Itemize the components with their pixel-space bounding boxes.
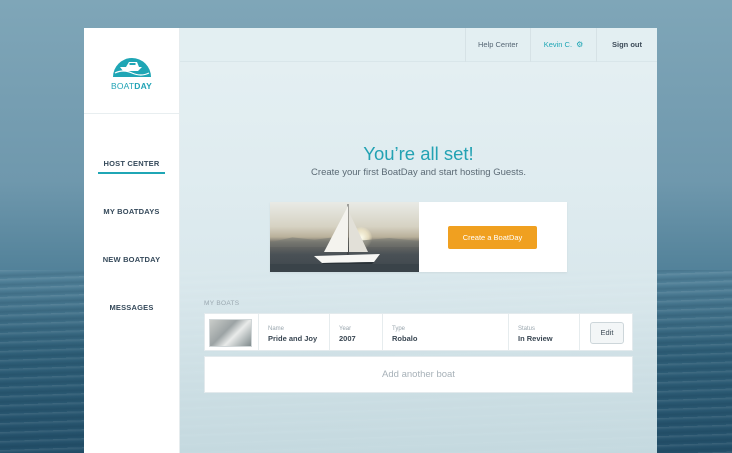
boat-status-cell: Status In Review [508,314,579,350]
boat-thumbnail [209,319,252,347]
sidebar-item-my-boatdays[interactable]: MY BOATDAYS [84,202,179,250]
create-boatday-card: Create a BoatDay [270,202,567,272]
sidebar-item-host-center[interactable]: HOST CENTER [84,154,179,202]
main-panel: You’re all set! Create your first BoatDa… [180,62,657,453]
boat-type-label: Type [392,326,406,332]
logo[interactable]: BOATDAY [84,28,179,114]
create-boatday-button[interactable]: Create a BoatDay [448,226,537,249]
boat-year-label: Year [339,326,352,332]
sidebar-item-label: MY BOATDAYS [103,207,160,216]
boat-name-value: Pride and Joy [268,334,318,343]
help-center-link[interactable]: Help Center [465,28,530,62]
sidebar: BOATDAY HOST CENTER MY BOATDAYS NEW BOAT… [84,28,180,453]
boat-name-cell: Name Pride and Joy [258,314,329,350]
sign-out-link[interactable]: Sign out [596,28,657,62]
user-menu[interactable]: Kevin C. ⚙ [530,28,596,62]
sidebar-item-label: HOST CENTER [97,159,166,174]
sailboat-image [270,202,419,272]
boat-status-label: Status [518,326,536,332]
sidebar-item-messages[interactable]: MESSAGES [84,298,179,346]
sidebar-item-new-boatday[interactable]: NEW BOATDAY [84,250,179,298]
boat-type-value: Robalo [392,334,418,343]
boat-edit-cell: Edit [579,314,633,350]
boat-year-cell: Year 2007 [329,314,382,350]
page-title: You’re all set! [363,143,474,164]
boat-type-cell: Type Robalo [382,314,508,350]
boat-status-value: In Review [518,334,553,343]
top-bar: Help Center Kevin C. ⚙ Sign out [180,28,657,62]
logo-wordmark: BOATDAY [110,80,153,91]
boat-row: Name Pride and Joy Year 2007 Type Robalo… [204,313,633,351]
add-another-boat-button[interactable]: Add another boat [204,356,633,393]
user-name: Kevin C. [543,40,573,49]
edit-boat-button[interactable]: Edit [590,322,624,344]
page-subtitle: Create your first BoatDay and start host… [311,167,526,178]
gear-icon: ⚙ [576,40,584,49]
sidebar-item-label: MESSAGES [109,303,154,312]
boat-logo-icon [111,51,153,79]
sidebar-nav: HOST CENTER MY BOATDAYS NEW BOATDAY MESS… [84,114,179,346]
section-label-my-boats: MY BOATS [204,300,240,307]
sidebar-item-label: NEW BOATDAY [102,255,161,264]
boat-year-value: 2007 [339,334,356,343]
boat-name-label: Name [268,326,285,332]
